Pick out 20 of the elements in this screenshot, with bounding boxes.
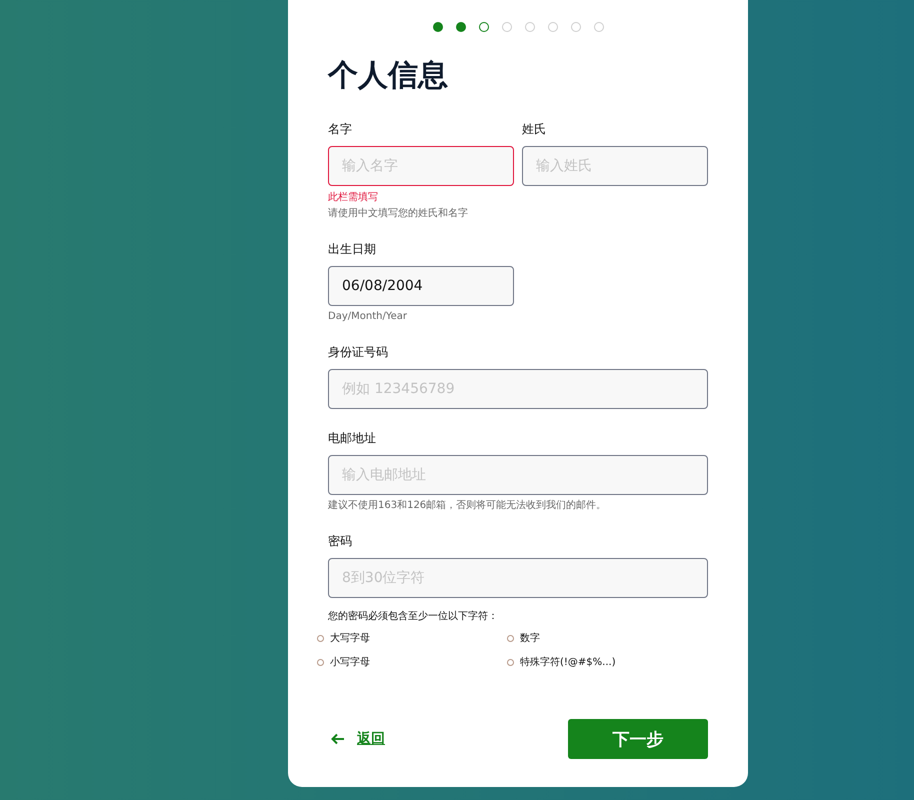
back-arrow-icon (331, 733, 345, 745)
password-rule: 大写字母 (330, 632, 370, 645)
field-label: 身份证号码 (328, 345, 389, 359)
field-label: 出生日期 (328, 242, 377, 256)
field-label: 电邮地址 (328, 431, 377, 445)
back-link[interactable]: 返回 (357, 730, 385, 748)
password-rule: 特殊字符(!@#$%...) (520, 656, 616, 669)
password-rule: 小写字母 (330, 656, 370, 669)
next-button[interactable]: 下一步 (568, 719, 708, 759)
field-hint: 请使用中文填写您的姓氏和名字 (328, 207, 469, 220)
password-rules-heading: 您的密码必须包含至少一位以下字符： (328, 610, 499, 623)
password-rule: 数字 (520, 632, 540, 645)
page-title: 个人信息 (328, 57, 449, 95)
field-hint: 建议不使用163和126邮箱，否则将可能无法收到我们的邮件。 (328, 499, 608, 512)
date-field[interactable]: 06/08/2004 (328, 266, 514, 306)
error-message: 此栏需填写 (328, 191, 379, 204)
field-label: 密码 (328, 534, 353, 548)
field-hint: Day/Month/Year (328, 310, 408, 323)
field-label: 姓氏 (522, 122, 547, 136)
field-label: 名字 (328, 122, 353, 136)
